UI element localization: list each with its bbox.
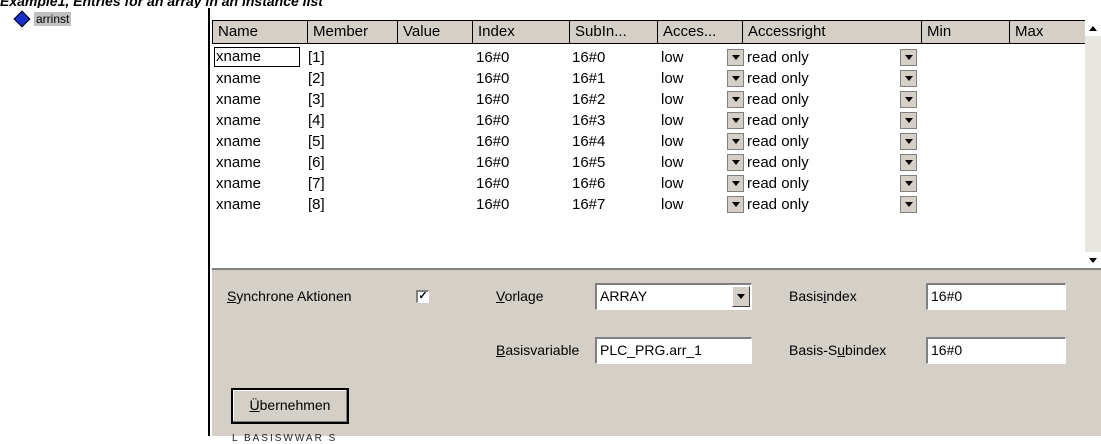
cell-accessright[interactable]: read only bbox=[747, 47, 809, 68]
cell-accessright[interactable]: read only bbox=[747, 131, 809, 152]
cell-access[interactable]: low bbox=[661, 47, 684, 68]
basisvariable-label: Basisvariable bbox=[496, 342, 580, 358]
tree-item-arrinst[interactable]: arrinst bbox=[13, 10, 72, 28]
cutoff-text: L BASISWWAR S bbox=[232, 433, 338, 444]
accessright-dropdown-icon[interactable] bbox=[900, 154, 917, 171]
access-dropdown-icon[interactable] bbox=[727, 196, 744, 213]
basisvariable-input[interactable]: PLC_PRG.arr_1 bbox=[595, 337, 752, 364]
cell-member[interactable]: [5] bbox=[308, 131, 325, 152]
cell-member[interactable]: [2] bbox=[308, 68, 325, 89]
header-col-max[interactable]: Max bbox=[1009, 20, 1086, 44]
header-col-min[interactable]: Min bbox=[921, 20, 1010, 44]
vorlage-value: ARRAY bbox=[600, 288, 648, 304]
access-dropdown-icon[interactable] bbox=[727, 49, 744, 66]
cell-accessright[interactable]: read only bbox=[747, 173, 809, 194]
vorlage-combobox[interactable]: ARRAY bbox=[595, 283, 752, 310]
scroll-down-icon[interactable] bbox=[1085, 252, 1101, 268]
instance-editor: Name Member Value Index SubIn... Acces... Acce… bbox=[210, 8, 1101, 444]
cell-accessright[interactable]: read only bbox=[747, 194, 809, 215]
diamond-icon bbox=[13, 10, 31, 28]
access-dropdown-icon[interactable] bbox=[727, 112, 744, 129]
cell-access[interactable]: low bbox=[661, 110, 684, 131]
cell-index[interactable]: 16#0 bbox=[476, 152, 509, 173]
cell-index[interactable]: 16#0 bbox=[476, 131, 509, 152]
cell-name[interactable]: xname bbox=[216, 173, 261, 194]
accessright-dropdown-icon[interactable] bbox=[900, 196, 917, 213]
basis-subindex-input[interactable]: 16#0 bbox=[926, 337, 1066, 364]
cell-member[interactable]: [1] bbox=[308, 47, 325, 68]
basisindex-label: Basisindex bbox=[789, 288, 857, 304]
cell-index[interactable]: 16#0 bbox=[476, 68, 509, 89]
header-col-accessright[interactable]: Accessright bbox=[742, 20, 922, 44]
scroll-up-icon[interactable] bbox=[1085, 20, 1101, 36]
cell-name-editing[interactable]: xname bbox=[214, 47, 300, 67]
cell-member[interactable]: [3] bbox=[308, 89, 325, 110]
cell-name[interactable]: xname bbox=[216, 131, 261, 152]
cell-subindex[interactable]: 16#5 bbox=[572, 152, 605, 173]
instance-tree: arrinst bbox=[6, 8, 210, 436]
access-dropdown-icon[interactable] bbox=[727, 70, 744, 87]
apply-button[interactable]: Übernehmen bbox=[231, 388, 349, 424]
vorlage-label: Vorlage bbox=[496, 288, 544, 304]
cell-access[interactable]: low bbox=[661, 68, 684, 89]
cell-index[interactable]: 16#0 bbox=[476, 173, 509, 194]
cell-access[interactable]: low bbox=[661, 173, 684, 194]
cell-member[interactable]: [6] bbox=[308, 152, 325, 173]
cell-accessright[interactable]: read only bbox=[747, 152, 809, 173]
cell-name[interactable]: xname bbox=[216, 68, 261, 89]
chevron-down-icon[interactable] bbox=[732, 286, 750, 307]
cell-subindex[interactable]: 16#0 bbox=[572, 47, 605, 68]
cell-name[interactable]: xname bbox=[216, 110, 261, 131]
cell-accessright[interactable]: read only bbox=[747, 89, 809, 110]
cell-member[interactable]: [4] bbox=[308, 110, 325, 131]
cell-subindex[interactable]: 16#4 bbox=[572, 131, 605, 152]
cell-name[interactable]: xname bbox=[216, 194, 261, 215]
basis-subindex-label: Basis-Subindex bbox=[789, 342, 887, 358]
accessright-dropdown-icon[interactable] bbox=[900, 49, 917, 66]
cell-subindex[interactable]: 16#3 bbox=[572, 110, 605, 131]
entries-grid: Name Member Value Index SubIn... Acces... Acce… bbox=[212, 20, 1101, 270]
cell-subindex[interactable]: 16#6 bbox=[572, 173, 605, 194]
header-col-access[interactable]: Acces... bbox=[657, 20, 743, 44]
cell-accessright[interactable]: read only bbox=[747, 68, 809, 89]
tree-item-label: arrinst bbox=[34, 12, 72, 26]
cell-access[interactable]: low bbox=[661, 89, 684, 110]
cell-index[interactable]: 16#0 bbox=[476, 47, 509, 68]
cell-index[interactable]: 16#0 bbox=[476, 110, 509, 131]
accessright-dropdown-icon[interactable] bbox=[900, 91, 917, 108]
cell-access[interactable]: low bbox=[661, 131, 684, 152]
header-col-member[interactable]: Member bbox=[307, 20, 398, 44]
cell-accessright[interactable]: read only bbox=[747, 110, 809, 131]
cell-name[interactable]: xname bbox=[216, 152, 261, 173]
cell-member[interactable]: [8] bbox=[308, 194, 325, 215]
accessright-dropdown-icon[interactable] bbox=[900, 175, 917, 192]
access-dropdown-icon[interactable] bbox=[727, 91, 744, 108]
accessright-dropdown-icon[interactable] bbox=[900, 70, 917, 87]
access-dropdown-icon[interactable] bbox=[727, 154, 744, 171]
accessright-dropdown-icon[interactable] bbox=[900, 112, 917, 129]
header-col-value[interactable]: Value bbox=[397, 20, 473, 44]
header-col-subindex[interactable]: SubIn... bbox=[569, 20, 658, 44]
header-col-name[interactable]: Name bbox=[212, 20, 308, 44]
cell-subindex[interactable]: 16#2 bbox=[572, 89, 605, 110]
sync-actions-checkbox[interactable]: ✓ bbox=[416, 290, 429, 303]
vertical-scrollbar[interactable] bbox=[1085, 20, 1101, 268]
access-dropdown-icon[interactable] bbox=[727, 133, 744, 150]
cell-subindex[interactable]: 16#7 bbox=[572, 194, 605, 215]
cell-name[interactable]: xname bbox=[216, 89, 261, 110]
header-col-index[interactable]: Index bbox=[472, 20, 570, 44]
settings-panel: Synchrone Aktionen ✓ Vorlage ARRAY Basis… bbox=[212, 270, 1101, 444]
cell-index[interactable]: 16#0 bbox=[476, 194, 509, 215]
sync-actions-label: Synchrone Aktionen bbox=[227, 288, 352, 304]
cell-subindex[interactable]: 16#1 bbox=[572, 68, 605, 89]
cell-access[interactable]: low bbox=[661, 194, 684, 215]
cell-member[interactable]: [7] bbox=[308, 173, 325, 194]
cell-index[interactable]: 16#0 bbox=[476, 89, 509, 110]
cell-access[interactable]: low bbox=[661, 152, 684, 173]
basisindex-input[interactable]: 16#0 bbox=[926, 283, 1066, 310]
access-dropdown-icon[interactable] bbox=[727, 175, 744, 192]
accessright-dropdown-icon[interactable] bbox=[900, 133, 917, 150]
